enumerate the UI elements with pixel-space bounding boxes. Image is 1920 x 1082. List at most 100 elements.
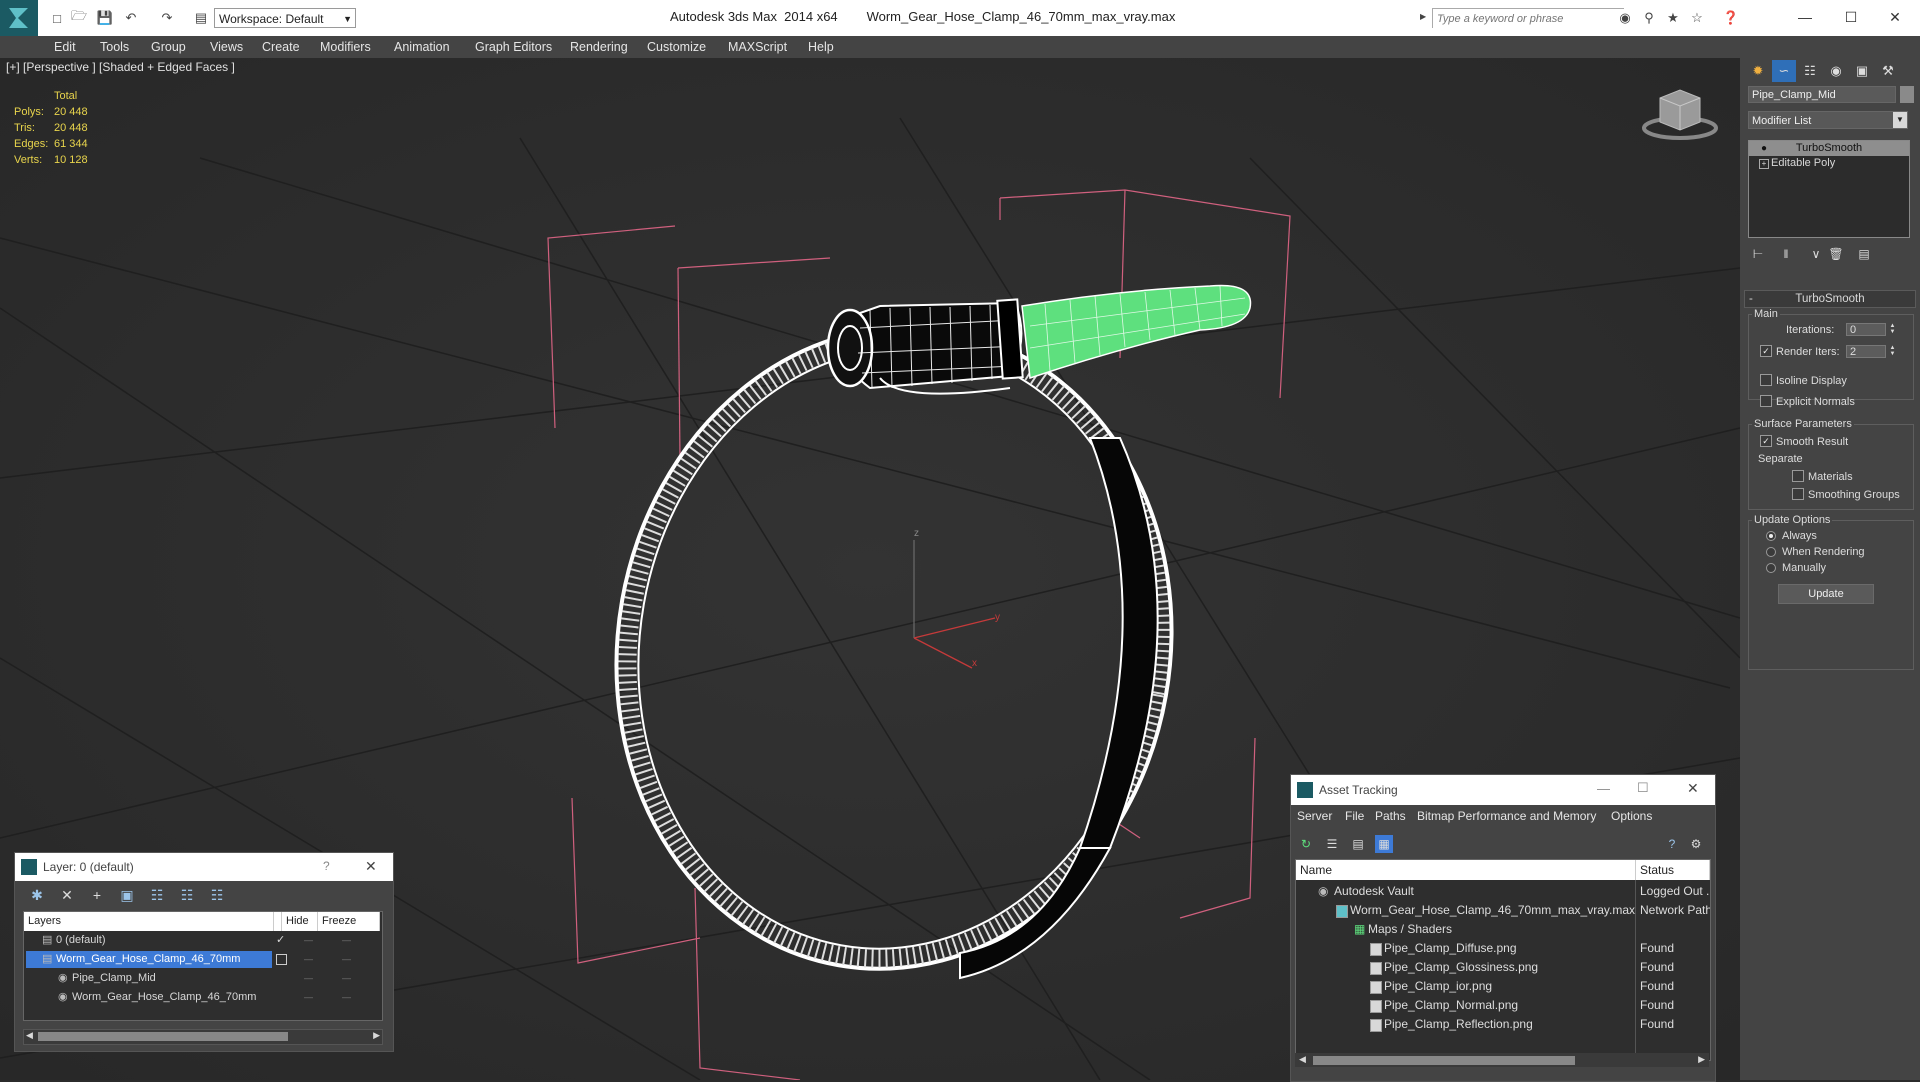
column-header-hide[interactable]: Hide — [282, 912, 318, 931]
spinner-arrows-icon[interactable]: ▲ ▼ — [1888, 345, 1897, 358]
list-view-icon[interactable]: ☰ — [1323, 835, 1341, 853]
menu-modifiers[interactable]: Modifiers — [320, 36, 371, 58]
menu-views[interactable]: Views — [210, 36, 243, 58]
hide-toggle[interactable]: — — [304, 969, 318, 988]
binoculars-icon[interactable]: ◉ — [1616, 9, 1634, 27]
close-icon[interactable]: ✕ — [1687, 780, 1699, 797]
when-rendering-radio[interactable] — [1766, 547, 1776, 557]
layer-dialog-titlebar[interactable]: Layer: 0 (default) ? ✕ — [15, 853, 393, 881]
render-iters-spinner[interactable]: 2 — [1846, 345, 1886, 358]
modifier-list-dropdown[interactable]: Modifier List ▼ — [1748, 111, 1908, 129]
communication-center-icon[interactable]: ★ — [1664, 9, 1682, 27]
menu-maxscript[interactable]: MAXScript — [728, 36, 787, 58]
viewport-label[interactable]: [+] [Perspective ] [Shaded + Edged Faces… — [6, 60, 235, 74]
expand-icon[interactable]: + — [1759, 159, 1769, 169]
menu-create[interactable]: Create — [262, 36, 300, 58]
refresh-icon[interactable]: ↻ — [1297, 835, 1315, 853]
freeze-all-icon[interactable]: ☷ — [207, 886, 227, 904]
scroll-left-icon[interactable]: ◀ — [1299, 1054, 1306, 1065]
motion-tab-icon[interactable]: ◉ — [1824, 60, 1848, 82]
manually-radio[interactable] — [1766, 563, 1776, 573]
column-header-layers[interactable]: Layers — [24, 912, 274, 931]
layer-row[interactable]: ◉ Worm_Gear_Hose_Clamp_46_70mm — — — [24, 988, 380, 1007]
minimize-icon[interactable]: — — [1782, 4, 1828, 30]
menu-server[interactable]: Server — [1297, 809, 1332, 823]
always-radio[interactable] — [1766, 531, 1776, 541]
layer-row[interactable]: ▤ 0 (default) ✓ — — — [24, 931, 380, 950]
add-to-layer-icon[interactable]: + — [87, 886, 107, 904]
undo-icon[interactable]: ↶ — [122, 9, 140, 27]
menu-customize[interactable]: Customize — [647, 36, 706, 58]
hide-toggle[interactable]: — — [304, 931, 318, 950]
maximize-icon[interactable]: ☐ — [1637, 780, 1649, 796]
menu-options[interactable]: Options — [1611, 809, 1652, 823]
new-layer-icon[interactable]: ✱ — [27, 886, 47, 904]
stack-item-turbosmooth[interactable]: ● TurboSmooth — [1749, 141, 1909, 156]
pin-stack-icon[interactable]: ⊢ — [1748, 244, 1768, 264]
subscription-icon[interactable]: ⚲ — [1640, 9, 1658, 27]
open-file-icon[interactable]: 🗁 — [70, 8, 88, 27]
display-tab-icon[interactable]: ▣ — [1850, 60, 1874, 82]
close-icon[interactable]: ✕ — [1872, 4, 1918, 30]
new-file-icon[interactable]: □ — [48, 9, 66, 27]
asset-row[interactable]: Worm_Gear_Hose_Clamp_46_70mm_max_vray.ma… — [1296, 901, 1710, 920]
menu-tools[interactable]: Tools — [100, 36, 129, 58]
asset-row[interactable]: Pipe_Clamp_Diffuse.png Found — [1296, 939, 1710, 958]
remove-modifier-icon[interactable]: 🗑 — [1826, 244, 1846, 264]
settings-icon[interactable]: ⚙ — [1687, 835, 1705, 853]
scroll-right-icon[interactable]: ▶ — [373, 1030, 380, 1041]
freeze-toggle[interactable]: — — [342, 950, 356, 969]
scroll-right-icon[interactable]: ▶ — [1698, 1054, 1705, 1065]
menu-bitmap-performance[interactable]: Bitmap Performance and Memory — [1417, 809, 1596, 823]
save-file-icon[interactable]: 💾 — [96, 9, 114, 27]
render-iters-checkbox[interactable]: ✓ — [1760, 345, 1772, 357]
column-header-status[interactable]: Status — [1636, 860, 1710, 880]
menu-file[interactable]: File — [1345, 809, 1364, 823]
asset-row[interactable]: ◉ Autodesk Vault Logged Out ... — [1296, 882, 1710, 901]
smoothing-groups-checkbox[interactable] — [1792, 488, 1804, 500]
search-input[interactable] — [1433, 9, 1625, 29]
close-icon[interactable]: ✕ — [365, 858, 377, 875]
maximize-icon[interactable]: ☐ — [1828, 4, 1874, 30]
help-icon[interactable]: ? — [1663, 835, 1681, 853]
asset-tracking-titlebar[interactable]: Asset Tracking — ☐ ✕ — [1291, 775, 1715, 805]
table-view-icon[interactable]: ▦ — [1375, 835, 1393, 853]
freeze-toggle[interactable]: — — [342, 988, 356, 1007]
column-header-name[interactable]: Name — [1296, 860, 1636, 880]
redo-icon[interactable]: ↷ — [158, 9, 176, 27]
hide-toggle[interactable]: — — [304, 950, 318, 969]
make-unique-icon[interactable]: ∨ — [1806, 244, 1826, 264]
column-header-freeze[interactable]: Freeze — [318, 912, 380, 931]
menu-animation[interactable]: Animation — [394, 36, 450, 58]
object-name-field[interactable]: Pipe_Clamp_Mid — [1748, 86, 1896, 103]
stack-item-editable-poly[interactable]: + Editable Poly — [1749, 156, 1909, 171]
project-folder-icon[interactable]: ▤ — [192, 9, 210, 27]
smooth-result-checkbox[interactable]: ✓ — [1760, 435, 1772, 447]
menu-group[interactable]: Group — [151, 36, 186, 58]
spinner-arrows-icon[interactable]: ▲ ▼ — [1888, 323, 1897, 336]
create-tab-icon[interactable]: ✹ — [1746, 60, 1770, 82]
menu-rendering[interactable]: Rendering — [570, 36, 628, 58]
help-button[interactable]: ? — [323, 859, 330, 873]
menu-edit[interactable]: Edit — [54, 36, 76, 58]
modify-tab-icon[interactable]: ∽ — [1772, 60, 1796, 82]
asset-row[interactable]: ▦ Maps / Shaders — [1296, 920, 1710, 939]
materials-checkbox[interactable] — [1792, 470, 1804, 482]
make-current-box[interactable] — [276, 954, 287, 965]
workspace-dropdown[interactable]: Workspace: Default ▼ — [214, 8, 356, 28]
turbosmooth-rollout-header[interactable]: - TurboSmooth — [1744, 290, 1916, 308]
isoline-display-checkbox[interactable] — [1760, 374, 1772, 386]
search-field[interactable] — [1432, 8, 1625, 29]
hide-toggle[interactable]: — — [304, 988, 318, 1007]
scrollbar-thumb[interactable] — [1313, 1056, 1575, 1065]
modifier-stack[interactable]: ● TurboSmooth + Editable Poly — [1748, 140, 1910, 238]
update-button[interactable]: Update — [1778, 584, 1874, 604]
scroll-left-icon[interactable]: ◀ — [26, 1030, 33, 1041]
configure-sets-icon[interactable]: ▤ — [1854, 244, 1874, 264]
menu-graph-editors[interactable]: Graph Editors — [475, 36, 552, 58]
horizontal-scrollbar[interactable]: ◀ ▶ — [23, 1029, 383, 1045]
layer-row[interactable]: ◉ Pipe_Clamp_Mid — — — [24, 969, 380, 988]
hierarchy-tab-icon[interactable]: ☷ — [1798, 60, 1822, 82]
select-objects-icon[interactable]: ▣ — [117, 886, 137, 904]
freeze-toggle[interactable]: — — [342, 969, 356, 988]
